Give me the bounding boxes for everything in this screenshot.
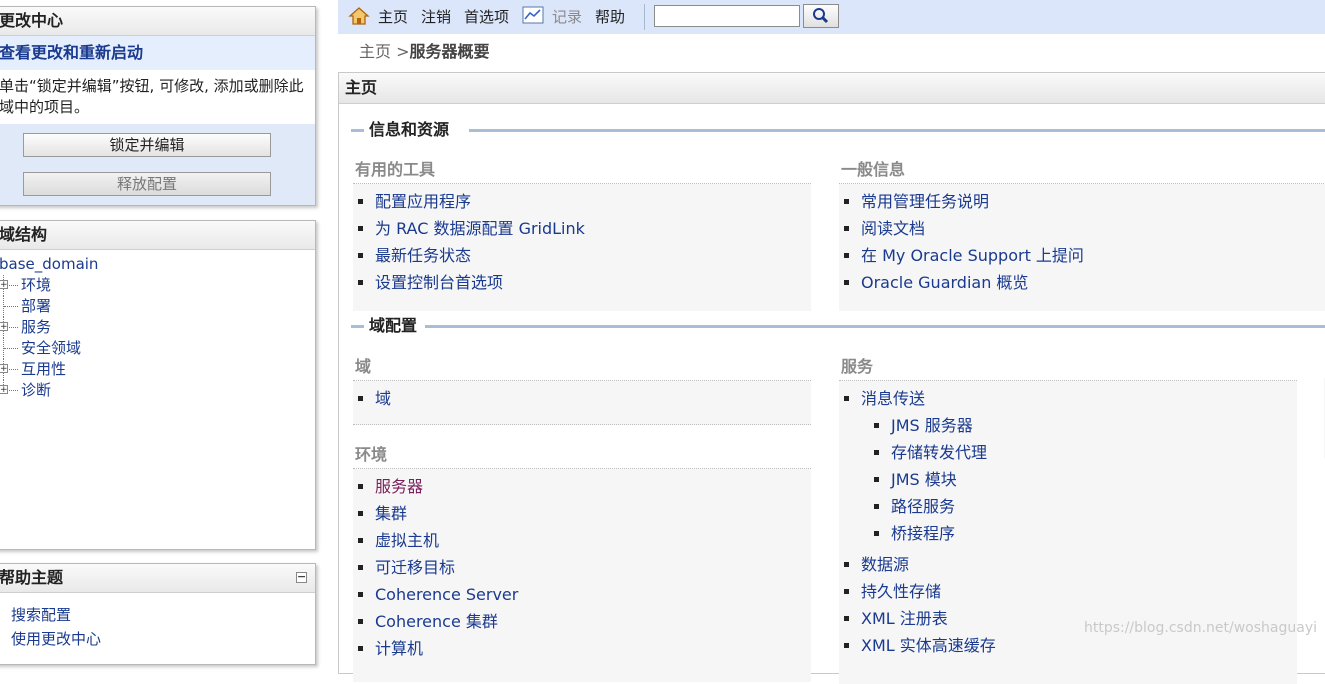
link-machines[interactable]: 计算机	[375, 639, 423, 658]
breadcrumb: 主页 >服务器概要	[359, 38, 490, 62]
expand-icon[interactable]: +	[0, 364, 8, 374]
domain-tree: base_domain + 环境 部署 + 服务 安全领域 + 互用性 + 诊断	[0, 250, 315, 401]
tree-item-label[interactable]: 安全领域	[21, 339, 81, 357]
help-link-search-configuration[interactable]: 搜索配置	[11, 606, 71, 624]
services-box-title: 服务	[839, 354, 1297, 381]
link-bridges[interactable]: 桥接程序	[891, 524, 955, 543]
link-read-docs[interactable]: 阅读文档	[861, 219, 925, 238]
record-icon[interactable]	[522, 6, 544, 28]
domain-config-section-header: 域配置	[351, 316, 1325, 336]
link-gridlink-rac[interactable]: 为 RAC 数据源配置 GridLink	[375, 219, 585, 238]
link-migratable-targets[interactable]: 可迁移目标	[375, 558, 455, 577]
change-center-title: 更改中心	[0, 7, 315, 36]
link-xml-registries[interactable]: XML 注册表	[861, 609, 948, 628]
link-coherence-cluster[interactable]: Coherence 集群	[375, 612, 498, 631]
help-link[interactable]: 帮助	[595, 6, 625, 28]
breadcrumb-current: 服务器概要	[409, 42, 490, 61]
tree-item-label[interactable]: 环境	[21, 276, 51, 294]
useful-tools-box: 有用的工具 配置应用程序 为 RAC 数据源配置 GridLink 最新任务状态…	[353, 157, 811, 311]
link-virtual-hosts[interactable]: 虚拟主机	[375, 531, 439, 550]
domain-config-heading: 域配置	[369, 316, 424, 336]
tree-item-label[interactable]: 服务	[21, 318, 51, 336]
home-link[interactable]: 主页	[378, 6, 408, 28]
info-resources-section-header: 信息和资源	[351, 120, 1325, 140]
link-domain[interactable]: 域	[375, 389, 391, 408]
tree-item-label[interactable]: 部署	[21, 297, 51, 315]
environment-box: 环境 服务器 集群 虚拟主机 可迁移目标 Coherence Server Co…	[353, 442, 811, 682]
link-recent-task-status[interactable]: 最新任务状态	[375, 246, 471, 265]
general-info-title: 一般信息	[839, 157, 1325, 184]
search-button[interactable]	[803, 4, 839, 28]
tree-root-base-domain[interactable]: base_domain	[0, 254, 315, 275]
tree-item-services[interactable]: + 服务	[0, 317, 315, 338]
help-link-use-change-center[interactable]: 使用更改中心	[11, 630, 101, 648]
link-servers[interactable]: 服务器	[375, 477, 423, 496]
breadcrumb-separator: >	[396, 42, 410, 61]
domain-box: 域 域	[353, 354, 811, 425]
expand-icon[interactable]: +	[0, 280, 8, 290]
top-toolbar: 主页 注销 首选项 记录 帮助	[338, 0, 1325, 34]
view-changes-link[interactable]: 查看更改和重新启动	[0, 36, 315, 70]
main-content: 主页 信息和资源 有用的工具 配置应用程序 为 RAC 数据源配置 GridLi…	[338, 72, 1325, 684]
breadcrumb-home[interactable]: 主页	[359, 42, 391, 61]
domain-structure-title: 域结构	[0, 221, 315, 250]
link-xml-entity-caches[interactable]: XML 实体高速缓存	[861, 636, 996, 655]
page-title: 主页	[339, 73, 1325, 104]
search-input[interactable]	[654, 5, 800, 27]
release-configuration-button[interactable]: 释放配置	[23, 172, 271, 196]
link-coherence-server[interactable]: Coherence Server	[375, 585, 518, 604]
expand-icon[interactable]: +	[0, 322, 8, 332]
help-topics-panel: 帮助主题 − 搜索配置 使用更改中心	[0, 563, 316, 665]
tree-item-security-realms[interactable]: 安全领域	[0, 338, 315, 359]
domain-structure-panel: 域结构 base_domain + 环境 部署 + 服务 安全领域 + 互用性 + 诊断	[0, 220, 316, 550]
logout-link[interactable]: 注销	[421, 6, 451, 28]
general-info-box: 一般信息 常用管理任务说明 阅读文档 在 My Oracle Support 上…	[839, 157, 1325, 311]
link-console-preferences[interactable]: 设置控制台首选项	[375, 273, 503, 292]
toolbar-divider	[644, 4, 645, 30]
link-jms-servers[interactable]: JMS 服务器	[891, 416, 973, 435]
link-data-sources[interactable]: 数据源	[861, 555, 909, 574]
lock-and-edit-button[interactable]: 锁定并编辑	[23, 133, 271, 157]
record-link[interactable]: 记录	[552, 6, 582, 28]
help-topics-title-text: 帮助主题	[0, 568, 64, 587]
watermark: https://blog.csdn.net/woshaguayi	[1083, 620, 1317, 636]
link-jms-modules[interactable]: JMS 模块	[891, 470, 957, 489]
search-icon	[813, 8, 829, 24]
help-topics-title: 帮助主题 −	[0, 564, 315, 593]
useful-tools-title: 有用的工具	[353, 157, 811, 184]
environment-box-title: 环境	[353, 442, 811, 469]
info-resources-heading: 信息和资源	[369, 120, 456, 140]
link-clusters[interactable]: 集群	[375, 504, 407, 523]
link-oracle-support[interactable]: 在 My Oracle Support 上提问	[861, 246, 1084, 265]
link-persistent-stores[interactable]: 持久性存储	[861, 582, 941, 601]
tree-item-label[interactable]: 诊断	[21, 381, 51, 399]
link-configure-applications[interactable]: 配置应用程序	[375, 192, 471, 211]
preferences-link[interactable]: 首选项	[464, 6, 509, 28]
link-path-services[interactable]: 路径服务	[891, 497, 955, 516]
change-center-description: 单击“锁定并编辑”按钮, 可修改, 添加或删除此域中的项目。	[0, 70, 315, 124]
tree-item-deployments[interactable]: 部署	[0, 296, 315, 317]
expand-icon[interactable]: +	[0, 385, 8, 395]
tree-item-environment[interactable]: + 环境	[0, 275, 315, 296]
tree-item-diagnostics[interactable]: + 诊断	[0, 380, 315, 401]
tree-item-label[interactable]: 互用性	[21, 360, 66, 378]
link-admin-tasks[interactable]: 常用管理任务说明	[861, 192, 989, 211]
link-saf-agents[interactable]: 存储转发代理	[891, 443, 987, 462]
change-center-panel: 更改中心 查看更改和重新启动 单击“锁定并编辑”按钮, 可修改, 添加或删除此域…	[0, 6, 316, 206]
domain-box-title: 域	[353, 354, 811, 381]
link-messaging[interactable]: 消息传送	[861, 389, 925, 408]
link-oracle-guardian[interactable]: Oracle Guardian 概览	[861, 273, 1028, 292]
collapse-icon[interactable]: −	[296, 571, 307, 583]
home-icon[interactable]	[348, 6, 370, 28]
tree-item-interoperability[interactable]: + 互用性	[0, 359, 315, 380]
